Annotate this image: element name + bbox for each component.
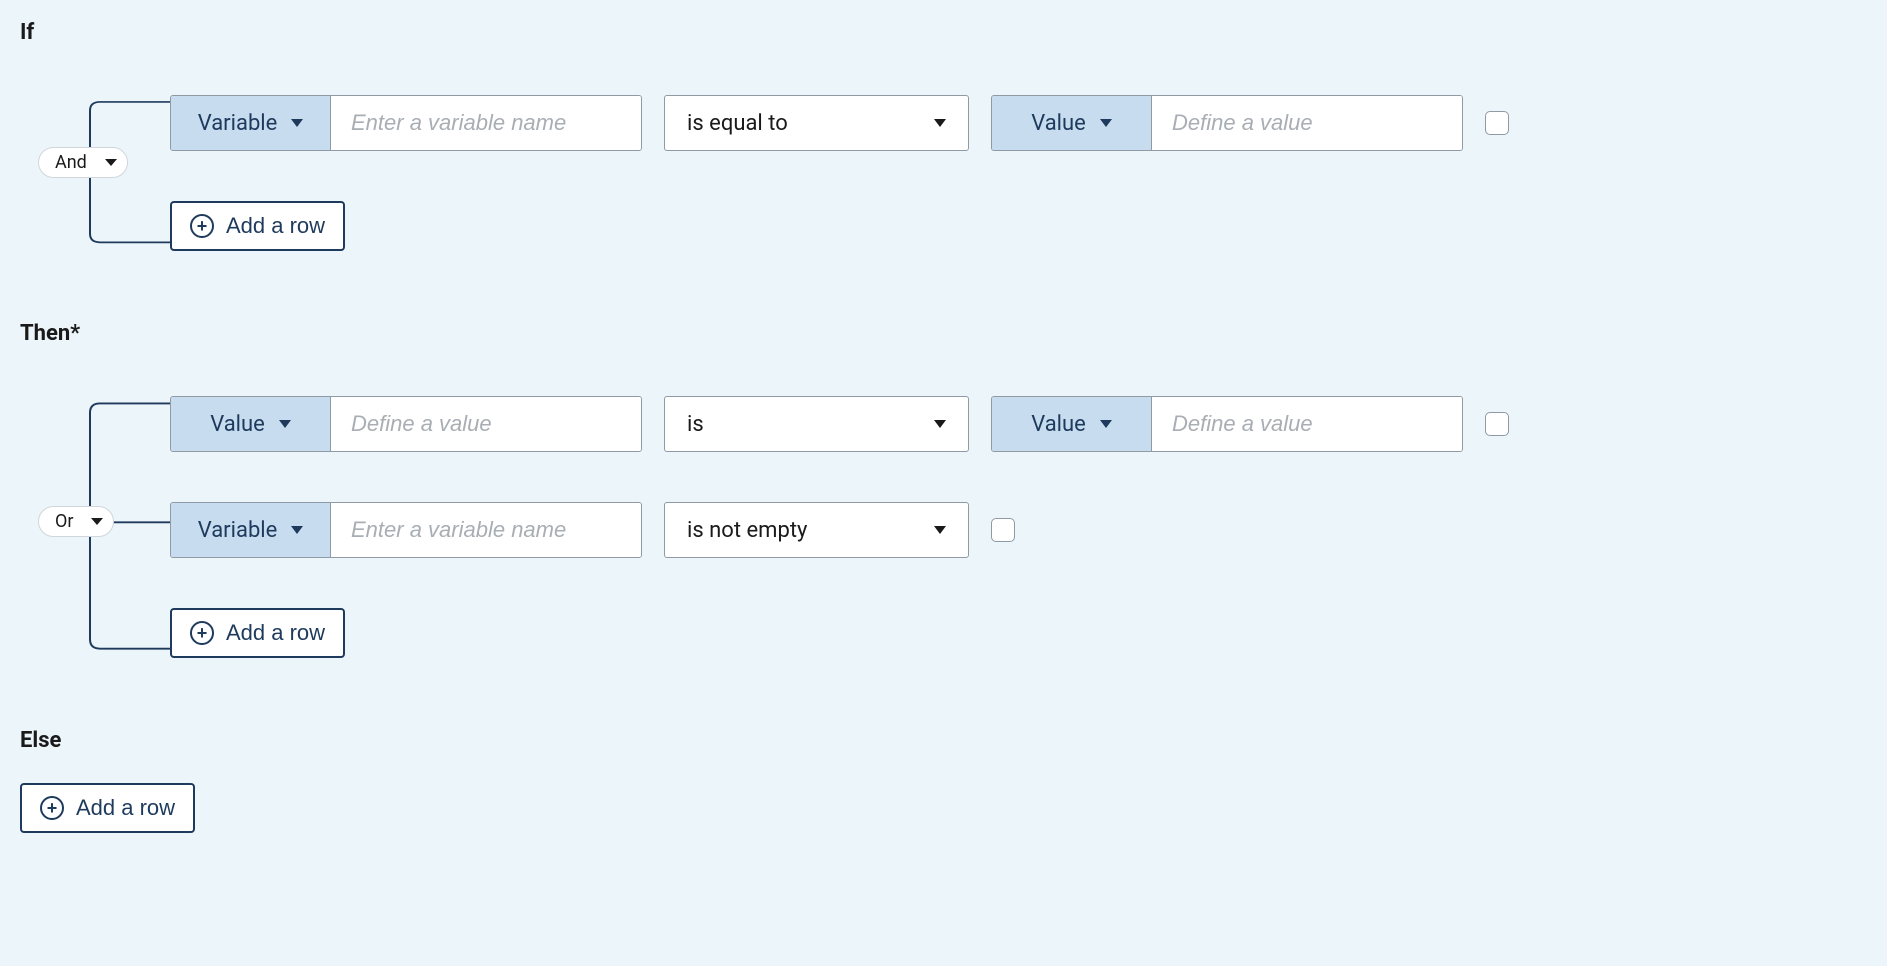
operator-select[interactable]: is equal to (664, 95, 969, 151)
else-section-label: Else (20, 728, 1867, 753)
operator-select[interactable]: is (664, 396, 969, 452)
add-row-row: + Add a row (170, 201, 1867, 251)
left-type-select[interactable]: Value (171, 397, 331, 451)
chevron-down-icon (934, 119, 946, 127)
left-operand: Value (170, 396, 642, 452)
operator-select[interactable]: is not empty (664, 502, 969, 558)
add-row-button[interactable]: + Add a row (20, 783, 195, 833)
chevron-down-icon (934, 526, 946, 534)
type-label: Value (1031, 111, 1086, 136)
then-block: Or Value is Value (20, 396, 1867, 658)
row-checkbox[interactable] (1485, 412, 1509, 436)
else-block: + Add a row (20, 783, 1867, 833)
plus-circle-icon: + (190, 214, 214, 238)
type-label: Value (210, 412, 265, 437)
add-row-button[interactable]: + Add a row (170, 201, 345, 251)
row-checkbox[interactable] (991, 518, 1015, 542)
caret-down-icon (291, 119, 303, 127)
if-section-label: If (20, 20, 1867, 45)
right-type-select[interactable]: Value (992, 96, 1152, 150)
left-type-select[interactable]: Variable (171, 96, 331, 150)
operator-label: is equal to (687, 111, 788, 136)
add-row-label: Add a row (76, 795, 175, 821)
plus-circle-icon: + (190, 621, 214, 645)
right-operand: Value (991, 95, 1463, 151)
right-operand: Value (991, 396, 1463, 452)
condition-row: Value is Value (170, 396, 1867, 452)
row-checkbox[interactable] (1485, 111, 1509, 135)
caret-down-icon (1100, 119, 1112, 127)
operator-label: is (687, 412, 704, 437)
caret-down-icon (291, 526, 303, 534)
type-label: Value (1031, 412, 1086, 437)
left-value-input[interactable] (331, 503, 641, 557)
right-value-input[interactable] (1152, 397, 1462, 451)
chevron-down-icon (105, 159, 117, 166)
left-value-input[interactable] (331, 397, 641, 451)
if-block: And Variable is equal to Value (20, 95, 1867, 251)
condition-row: Variable is not empty (170, 502, 1867, 558)
plus-circle-icon: + (40, 796, 64, 820)
caret-down-icon (1100, 420, 1112, 428)
left-operand: Variable (170, 502, 642, 558)
then-logic-operator-select[interactable]: Or (38, 506, 114, 537)
type-label: Variable (198, 518, 278, 543)
chevron-down-icon (934, 420, 946, 428)
type-label: Variable (198, 111, 278, 136)
logic-operator-label: Or (55, 511, 73, 532)
condition-row: Variable is equal to Value (170, 95, 1867, 151)
left-type-select[interactable]: Variable (171, 503, 331, 557)
left-operand: Variable (170, 95, 642, 151)
left-value-input[interactable] (331, 96, 641, 150)
operator-label: is not empty (687, 518, 807, 543)
right-type-select[interactable]: Value (992, 397, 1152, 451)
logic-operator-label: And (55, 152, 87, 173)
add-row-button[interactable]: + Add a row (170, 608, 345, 658)
add-row-label: Add a row (226, 213, 325, 239)
right-value-input[interactable] (1152, 96, 1462, 150)
if-logic-operator-select[interactable]: And (38, 147, 128, 178)
chevron-down-icon (91, 518, 103, 525)
then-section-label: Then* (20, 321, 1867, 346)
add-row-row: + Add a row (170, 608, 1867, 658)
caret-down-icon (279, 420, 291, 428)
add-row-label: Add a row (226, 620, 325, 646)
